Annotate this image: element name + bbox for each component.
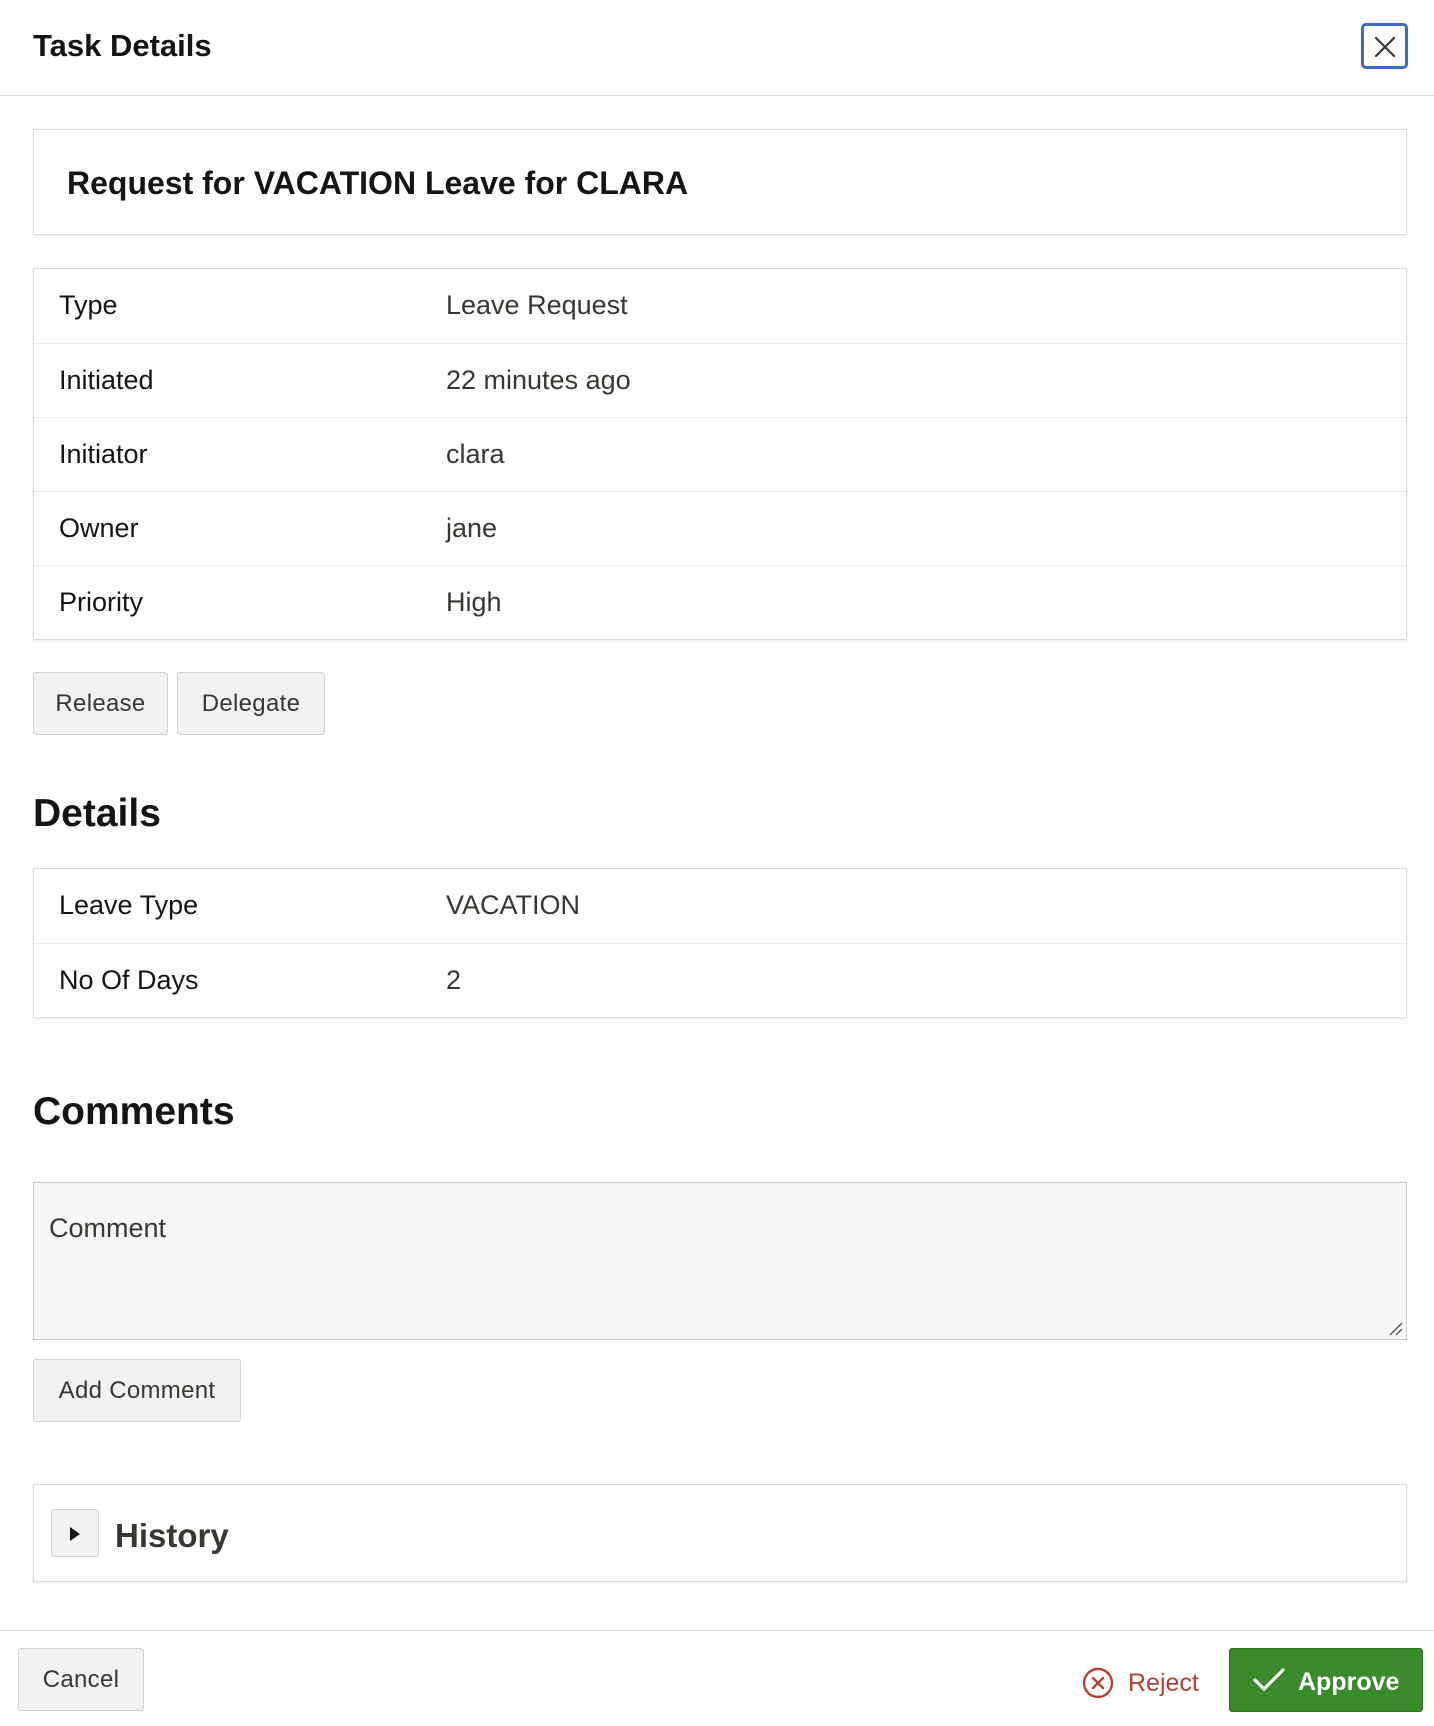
- task-info-table: Type Leave Request Initiated 22 minutes …: [34, 269, 1406, 639]
- checkmark-icon: [1253, 1668, 1285, 1691]
- info-label: Initiated: [59, 364, 154, 395]
- info-label: Type: [59, 290, 118, 321]
- info-row-priority: Priority High: [34, 565, 1406, 639]
- close-button[interactable]: [1361, 23, 1408, 69]
- info-label: Priority: [59, 586, 144, 617]
- info-value: Leave Request: [446, 290, 628, 321]
- info-row-type: Type Leave Request: [34, 269, 1406, 343]
- task-title: Request for VACATION Leave for CLARA: [67, 165, 689, 201]
- dialog-title: Task Details: [33, 28, 212, 63]
- comment-textarea[interactable]: [34, 1183, 1406, 1339]
- info-label: Owner: [59, 512, 139, 543]
- approve-label: Approve: [1298, 1668, 1400, 1696]
- info-value: clara: [446, 438, 505, 469]
- dialog-footer: Cancel Reject Approve: [0, 1630, 1434, 1726]
- release-button[interactable]: Release: [33, 672, 168, 735]
- info-row-initiator: Initiator clara: [34, 417, 1406, 491]
- details-value: VACATION: [446, 890, 581, 921]
- details-table: Leave Type VACATION No Of Days 2: [34, 869, 1406, 1017]
- info-value: jane: [446, 512, 498, 543]
- info-value: 22 minutes ago: [446, 364, 631, 395]
- history-toggle-button[interactable]: [51, 1509, 99, 1557]
- add-comment-button[interactable]: Add Comment: [33, 1359, 241, 1422]
- details-heading: Details: [33, 792, 161, 835]
- comments-heading: Comments: [33, 1090, 235, 1133]
- task-info-panel: Type Leave Request Initiated 22 minutes …: [33, 268, 1407, 640]
- info-label: Initiator: [59, 438, 148, 469]
- delegate-button[interactable]: Delegate: [177, 672, 325, 735]
- caret-right-icon: [70, 1527, 80, 1541]
- dialog-body: Request for VACATION Leave for CLARA Typ…: [0, 97, 1434, 1630]
- comment-field-container: [33, 1182, 1407, 1340]
- details-row-leave-type: Leave Type VACATION: [34, 869, 1406, 943]
- cancel-button[interactable]: Cancel: [18, 1648, 144, 1711]
- x-circle-icon: [1082, 1667, 1114, 1699]
- history-panel: History: [33, 1484, 1407, 1582]
- dialog-header: Task Details: [0, 0, 1434, 96]
- details-label: No Of Days: [59, 964, 199, 995]
- reject-button[interactable]: Reject: [1072, 1651, 1202, 1714]
- close-icon: [1374, 36, 1396, 58]
- reject-label: Reject: [1128, 1669, 1199, 1697]
- info-row-owner: Owner jane: [34, 491, 1406, 565]
- details-value: 2: [446, 964, 462, 995]
- history-label[interactable]: History: [115, 1517, 229, 1555]
- details-label: Leave Type: [59, 890, 199, 921]
- details-row-no-of-days: No Of Days 2: [34, 943, 1406, 1017]
- info-value: High: [446, 586, 502, 617]
- resize-grip-icon[interactable]: [1387, 1320, 1403, 1336]
- approve-button[interactable]: Approve: [1229, 1648, 1423, 1712]
- details-panel: Leave Type VACATION No Of Days 2: [33, 868, 1407, 1018]
- task-title-panel: Request for VACATION Leave for CLARA: [33, 129, 1407, 235]
- info-row-initiated: Initiated 22 minutes ago: [34, 343, 1406, 417]
